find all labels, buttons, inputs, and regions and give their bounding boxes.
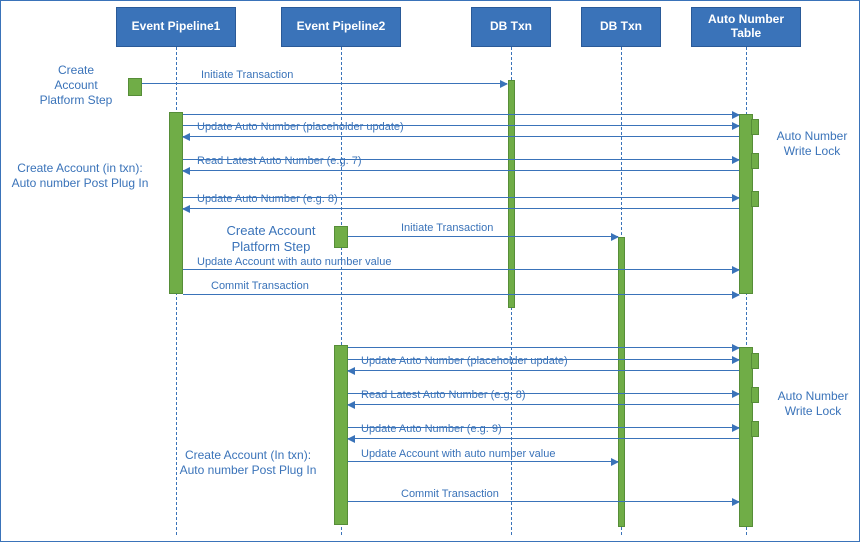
arrow-m10-l xyxy=(348,438,739,439)
activation-ant-lock1-t1 xyxy=(751,119,759,135)
activation-ep2-plugin xyxy=(334,345,348,525)
sequence-diagram: Event Pipeline1 Event Pipeline2 DB Txn D… xyxy=(0,0,860,542)
msg-m4: Update Auto Number (e.g. 8) xyxy=(197,194,338,205)
msg-m12: Commit Transaction xyxy=(401,489,499,500)
activation-ep1-step xyxy=(128,78,142,96)
arrow-m6 xyxy=(183,269,739,270)
activation-ant-lock2-t1 xyxy=(751,353,759,369)
participant-db-txn-2: DB Txn xyxy=(581,7,661,47)
label-create-account-plugin-1: Create Account (in txn): Auto number Pos… xyxy=(5,161,155,191)
arrow-ep1-to-ant-top xyxy=(183,114,739,115)
arrow-m4-l xyxy=(183,208,739,209)
msg-m8: Update Auto Number (placeholder update) xyxy=(361,356,568,367)
activation-ant-lock2-t3 xyxy=(751,421,759,437)
msg-m2: Update Auto Number (placeholder update) xyxy=(197,122,404,133)
arrow-m12 xyxy=(348,501,739,502)
activation-ant-lock2-t2 xyxy=(751,387,759,403)
msg-m3: Read Latest Auto Number (e.g. 7) xyxy=(197,156,361,167)
msg-m11: Update Account with auto number value xyxy=(361,449,555,460)
label-create-account-step-1: Create Account Platform Step xyxy=(37,63,115,108)
arrow-m9-l xyxy=(348,404,739,405)
activation-ant-lock1-t3 xyxy=(751,191,759,207)
arrow-ep2-to-ant-top xyxy=(348,347,739,348)
msg-initiate-txn-1: Initiate Transaction xyxy=(201,70,293,81)
activation-db2 xyxy=(618,237,625,527)
arrow-m2-l xyxy=(183,136,739,137)
msg-m6: Update Account with auto number value xyxy=(197,257,391,268)
activation-ep2-step xyxy=(334,226,348,248)
participant-db-txn-1: DB Txn xyxy=(471,7,551,47)
arrow-m7 xyxy=(183,294,739,295)
label-auto-number-write-lock-2: Auto Number Write Lock xyxy=(771,389,855,419)
participant-event-pipeline1: Event Pipeline1 xyxy=(116,7,236,47)
arrow-m8-l xyxy=(348,370,739,371)
label-auto-number-write-lock-1: Auto Number Write Lock xyxy=(769,129,855,159)
msg-m7: Commit Transaction xyxy=(211,281,309,292)
msg-m9: Read Latest Auto Number (e.g. 8) xyxy=(361,390,525,401)
activation-ant-lock2 xyxy=(739,347,753,527)
arrow-m11 xyxy=(348,461,618,462)
activation-ant-lock1-t2 xyxy=(751,153,759,169)
arrow-m3-l xyxy=(183,170,739,171)
msg-initiate-txn-2: Initiate Transaction xyxy=(401,223,493,234)
arrow-initiate-txn-2 xyxy=(348,236,618,237)
activation-ep1-plugin xyxy=(169,112,183,294)
label-create-account-step-2: Create Account Platform Step xyxy=(211,223,331,256)
label-create-account-plugin-2: Create Account (In txn): Auto number Pos… xyxy=(173,448,323,478)
arrow-initiate-txn-1 xyxy=(142,83,507,84)
participant-auto-number-table: Auto Number Table xyxy=(691,7,801,47)
msg-m10: Update Auto Number (e.g. 9) xyxy=(361,424,502,435)
participant-event-pipeline2: Event Pipeline2 xyxy=(281,7,401,47)
